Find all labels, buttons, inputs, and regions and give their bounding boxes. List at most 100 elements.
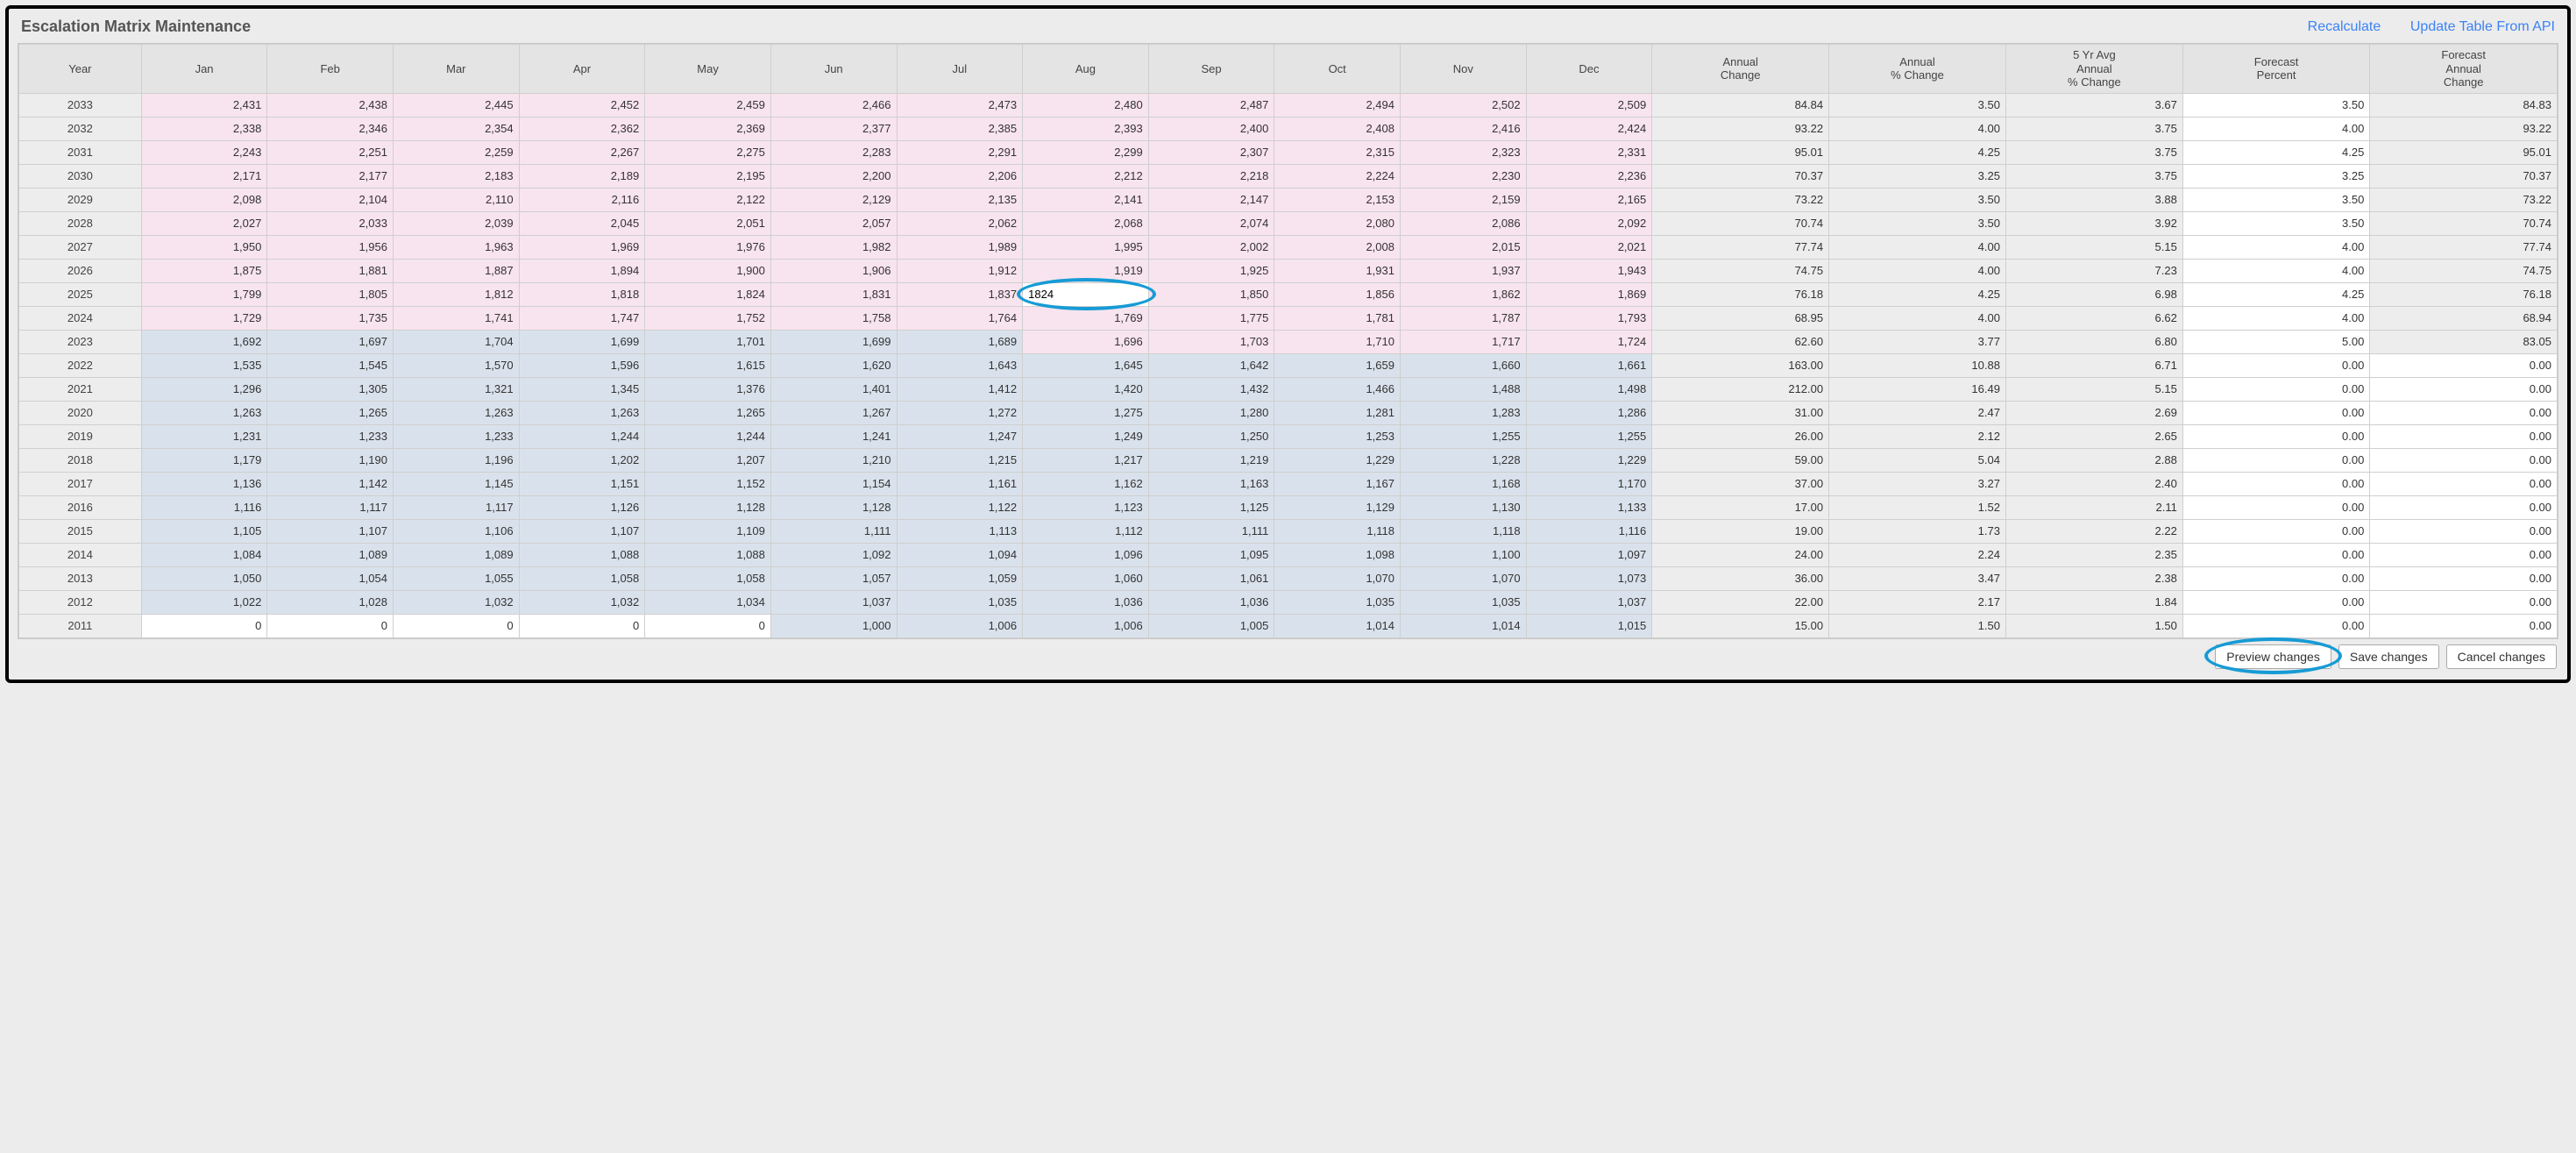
month-cell[interactable]: 1,117 [394, 495, 520, 519]
month-cell[interactable]: 1,000 [770, 614, 897, 637]
col-forecast-pct[interactable]: ForecastPercent [2182, 45, 2370, 94]
month-cell[interactable]: 1,305 [267, 377, 394, 401]
month-cell[interactable]: 1,432 [1148, 377, 1274, 401]
month-cell[interactable]: 1,724 [1526, 330, 1652, 353]
preview-changes-button[interactable]: Preview changes [2215, 644, 2331, 669]
month-cell[interactable]: 1,050 [141, 566, 267, 590]
month-cell[interactable]: 1,059 [897, 566, 1023, 590]
month-cell[interactable]: 1,781 [1274, 306, 1401, 330]
month-cell[interactable]: 2,494 [1274, 93, 1401, 117]
month-cell[interactable]: 2,212 [1023, 164, 1149, 188]
month-cell[interactable]: 2,424 [1526, 117, 1652, 140]
month-cell[interactable]: 1,661 [1526, 353, 1652, 377]
month-cell[interactable]: 2,445 [394, 93, 520, 117]
month-cell[interactable]: 1,142 [267, 472, 394, 495]
month-cell[interactable]: 1,116 [1526, 519, 1652, 543]
col-annual-change[interactable]: AnnualChange [1652, 45, 1829, 94]
month-cell[interactable]: 1,250 [1148, 424, 1274, 448]
col-month-dec[interactable]: Dec [1526, 45, 1652, 94]
month-cell[interactable]: 1,937 [1401, 259, 1527, 282]
month-cell[interactable]: 1,229 [1274, 448, 1401, 472]
month-cell[interactable]: 1,228 [1401, 448, 1527, 472]
forecast-pct-cell[interactable]: 0.00 [2182, 448, 2370, 472]
month-cell[interactable]: 1,207 [645, 448, 771, 472]
month-cell[interactable]: 1,128 [645, 495, 771, 519]
month-cell[interactable]: 1,900 [645, 259, 771, 282]
month-cell[interactable]: 2,098 [141, 188, 267, 211]
month-cell[interactable]: 2,459 [645, 93, 771, 117]
month-cell[interactable]: 1,089 [267, 543, 394, 566]
month-cell[interactable]: 1,701 [645, 330, 771, 353]
month-cell[interactable]: 2,165 [1526, 188, 1652, 211]
month-cell[interactable]: 1,244 [645, 424, 771, 448]
month-cell[interactable]: 1,035 [1274, 590, 1401, 614]
month-cell[interactable]: 2,385 [897, 117, 1023, 140]
month-cell[interactable]: 1,345 [519, 377, 645, 401]
month-cell[interactable]: 1,179 [141, 448, 267, 472]
month-cell[interactable]: 1,275 [1023, 401, 1149, 424]
month-cell[interactable]: 1,296 [141, 377, 267, 401]
month-cell[interactable]: 1,689 [897, 330, 1023, 353]
month-cell[interactable]: 1,034 [645, 590, 771, 614]
month-cell[interactable]: 2,021 [1526, 235, 1652, 259]
month-cell[interactable]: 1,286 [1526, 401, 1652, 424]
forecast-pct-cell[interactable]: 3.50 [2182, 93, 2370, 117]
month-cell[interactable]: 2,015 [1401, 235, 1527, 259]
month-cell[interactable]: 2,315 [1274, 140, 1401, 164]
month-cell[interactable]: 1,253 [1274, 424, 1401, 448]
month-cell[interactable]: 2,331 [1526, 140, 1652, 164]
forecast-pct-cell[interactable]: 4.25 [2182, 140, 2370, 164]
month-cell[interactable]: 2,354 [394, 117, 520, 140]
month-cell[interactable]: 1,729 [141, 306, 267, 330]
month-cell[interactable]: 1,704 [394, 330, 520, 353]
month-cell[interactable]: 1,976 [645, 235, 771, 259]
col-month-apr[interactable]: Apr [519, 45, 645, 94]
col-month-jul[interactable]: Jul [897, 45, 1023, 94]
month-cell[interactable]: 1,263 [141, 401, 267, 424]
month-cell[interactable]: 2,045 [519, 211, 645, 235]
month-cell[interactable]: 2,369 [645, 117, 771, 140]
month-cell[interactable]: 1,283 [1401, 401, 1527, 424]
month-cell[interactable]: 1,028 [267, 590, 394, 614]
month-cell[interactable]: 1,696 [1023, 330, 1149, 353]
month-cell[interactable]: 1,912 [897, 259, 1023, 282]
month-cell[interactable]: 2,346 [267, 117, 394, 140]
month-cell[interactable]: 2,452 [519, 93, 645, 117]
month-cell[interactable]: 1,321 [394, 377, 520, 401]
month-cell[interactable]: 2,362 [519, 117, 645, 140]
month-cell[interactable]: 1,014 [1274, 614, 1401, 637]
month-cell[interactable]: 1,122 [897, 495, 1023, 519]
month-cell[interactable]: 2,080 [1274, 211, 1401, 235]
month-cell[interactable]: 2,480 [1023, 93, 1149, 117]
month-cell[interactable]: 1,596 [519, 353, 645, 377]
month-cell[interactable]: 1,229 [1526, 448, 1652, 472]
forecast-change-cell[interactable]: 0.00 [2370, 424, 2558, 448]
month-cell[interactable]: 1,249 [1023, 424, 1149, 448]
month-cell[interactable]: 1,265 [267, 401, 394, 424]
month-cell[interactable]: 1,117 [267, 495, 394, 519]
month-cell[interactable]: 1,094 [897, 543, 1023, 566]
month-cell[interactable]: 2,141 [1023, 188, 1149, 211]
month-cell[interactable]: 1,881 [267, 259, 394, 282]
month-cell[interactable]: 1,747 [519, 306, 645, 330]
month-cell[interactable]: 1,255 [1401, 424, 1527, 448]
month-cell[interactable]: 1,151 [519, 472, 645, 495]
escalation-grid[interactable]: YearJanFebMarAprMayJunJulAugSepOctNovDec… [18, 44, 2558, 638]
month-cell[interactable]: 2,135 [897, 188, 1023, 211]
month-cell[interactable]: 1,037 [1526, 590, 1652, 614]
month-cell[interactable]: 2,027 [141, 211, 267, 235]
month-cell[interactable]: 2,147 [1148, 188, 1274, 211]
cell-editor-input[interactable] [1023, 283, 1148, 306]
month-cell[interactable]: 1,231 [141, 424, 267, 448]
month-cell[interactable]: 1,943 [1526, 259, 1652, 282]
forecast-change-cell[interactable]: 0.00 [2370, 543, 2558, 566]
month-cell[interactable]: 1,244 [519, 424, 645, 448]
month-cell[interactable]: 1,420 [1023, 377, 1149, 401]
month-cell[interactable]: 2,509 [1526, 93, 1652, 117]
month-cell[interactable]: 1,130 [1401, 495, 1527, 519]
forecast-pct-cell[interactable]: 4.00 [2182, 235, 2370, 259]
month-cell[interactable]: 2,473 [897, 93, 1023, 117]
month-cell[interactable]: 1,154 [770, 472, 897, 495]
month-cell[interactable]: 1,113 [897, 519, 1023, 543]
month-cell[interactable]: 1,775 [1148, 306, 1274, 330]
